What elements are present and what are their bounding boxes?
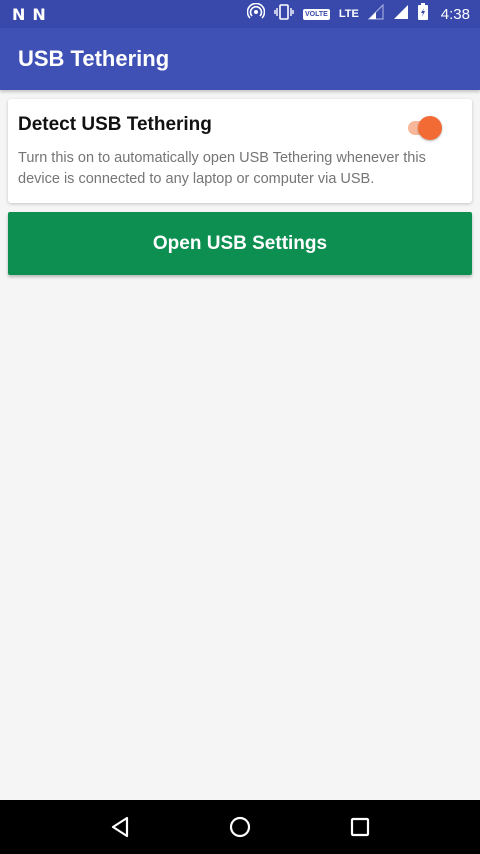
signal-strong-icon	[393, 4, 409, 25]
status-clock: 4:38	[440, 5, 470, 23]
back-icon	[111, 816, 129, 838]
status-bar: N N VOLTE LTE 4:38	[0, 0, 480, 28]
status-right-group: VOLTE LTE 4:38	[246, 2, 470, 26]
detect-usb-description: Turn this on to automatically open USB T…	[18, 150, 426, 187]
notification-n-icon: N	[12, 4, 25, 24]
recents-button[interactable]	[340, 807, 380, 847]
battery-icon	[417, 3, 428, 25]
app-bar: USB Tethering	[0, 28, 480, 90]
detect-usb-title: Detect USB Tethering	[18, 114, 212, 135]
toggle-thumb	[418, 116, 442, 140]
home-button[interactable]	[220, 807, 260, 847]
detect-usb-toggle[interactable]	[406, 115, 444, 140]
lte-label: LTE	[338, 8, 359, 20]
home-icon	[229, 816, 251, 838]
volte-badge: VOLTE	[303, 8, 330, 20]
signal-weak-icon	[367, 3, 384, 25]
back-button[interactable]	[100, 807, 140, 847]
vibrate-icon	[274, 3, 294, 25]
navigation-bar	[0, 800, 480, 854]
status-left-group: N N	[12, 4, 46, 24]
hotspot-icon	[246, 2, 266, 26]
app-title: USB Tethering	[18, 46, 170, 71]
detect-usb-card: Detect USB Tethering Turn this on to aut…	[8, 99, 472, 203]
recents-icon	[350, 817, 370, 837]
open-usb-settings-button[interactable]: Open USB Settings	[8, 212, 472, 275]
notification-n-icon-2: N	[32, 4, 45, 24]
